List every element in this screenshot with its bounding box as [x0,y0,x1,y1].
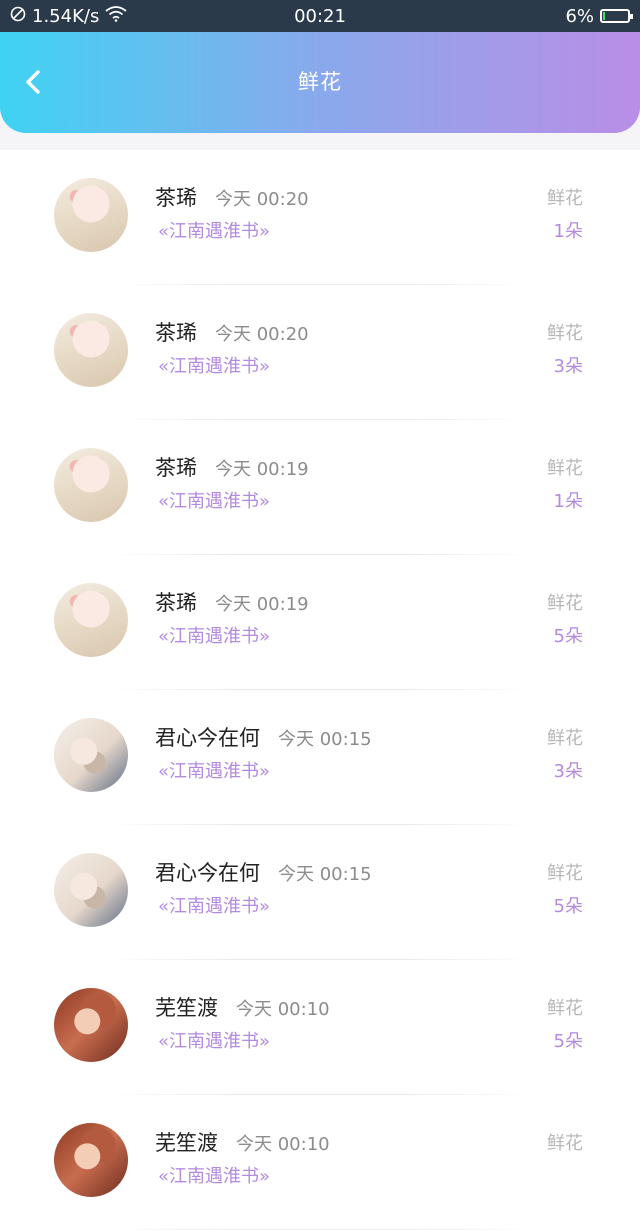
book-title[interactable]: «江南遇淮书» [158,217,270,243]
gift-record-list: 茶琋 今天 00:20 «江南遇淮书» 鲜花 1朵 茶琋 今天 00:20 «江南遇淮书» 鲜花… [0,150,640,1230]
user-name[interactable]: 茶琋 [155,587,197,617]
gift-type: 鲜花 [547,863,583,884]
list-item[interactable]: 君心今在何 今天 00:15 «江南遇淮书» 鲜花 3朵 [0,690,640,825]
gift-type: 鲜花 [547,728,583,749]
gift-count: 5朵 [553,626,583,647]
book-title[interactable]: «江南遇淮书» [158,352,270,378]
list-item[interactable]: 茶琋 今天 00:19 «江南遇淮书» 鲜花 5朵 [0,555,640,690]
gift-type: 鲜花 [547,188,583,209]
gift-time: 今天 00:20 [215,189,309,210]
gift-count: 3朵 [553,761,583,782]
avatar[interactable] [54,718,128,792]
gift-type: 鲜花 [547,458,583,479]
user-name[interactable]: 茶琋 [155,452,197,482]
gift-count: 1朵 [553,221,583,242]
gift-type: 鲜花 [547,323,583,344]
list-item[interactable]: 芜笙渡 今天 00:10 «江南遇淮书» 鲜花 [0,1095,640,1230]
avatar[interactable] [54,448,128,522]
name-row: 芜笙渡 今天 00:10 [155,1127,330,1157]
avatar[interactable] [54,988,128,1062]
avatar[interactable] [54,583,128,657]
gift-time: 今天 00:19 [215,594,309,615]
status-left: 1.54K/s [10,6,127,27]
status-right: 6% [565,5,633,27]
battery-percent: 6% [565,5,594,27]
book-title[interactable]: «江南遇淮书» [158,757,270,783]
do-not-disturb-icon [10,6,26,27]
gift-time: 今天 00:15 [278,729,372,750]
name-row: 茶琋 今天 00:20 [155,317,309,347]
list-item[interactable]: 茶琋 今天 00:20 «江南遇淮书» 鲜花 3朵 [0,285,640,420]
gift-count: 1朵 [553,491,583,512]
gift-type: 鲜花 [547,593,583,614]
user-name[interactable]: 茶琋 [155,182,197,212]
name-row: 茶琋 今天 00:20 [155,182,309,212]
list-item[interactable]: 芜笙渡 今天 00:10 «江南遇淮书» 鲜花 5朵 [0,960,640,1095]
page-title: 鲜花 [298,70,342,94]
gift-count: 3朵 [553,356,583,377]
gift-time: 今天 00:10 [236,999,330,1020]
list-item[interactable]: 君心今在何 今天 00:15 «江南遇淮书» 鲜花 5朵 [0,825,640,960]
book-title[interactable]: «江南遇淮书» [158,1162,270,1188]
gift-count: 5朵 [553,896,583,917]
name-row: 茶琋 今天 00:19 [155,587,309,617]
network-speed: 1.54K/s [32,5,100,27]
user-name[interactable]: 君心今在何 [155,857,260,887]
avatar[interactable] [54,178,128,252]
list-item[interactable]: 茶琋 今天 00:20 «江南遇淮书» 鲜花 1朵 [0,150,640,285]
gift-count: 5朵 [553,1031,583,1052]
avatar[interactable] [54,853,128,927]
gift-time: 今天 00:19 [215,459,309,480]
gift-type: 鲜花 [547,1133,583,1154]
list-item[interactable]: 茶琋 今天 00:19 «江南遇淮书» 鲜花 1朵 [0,420,640,555]
status-bar: 1.54K/s 00:21 6% [0,0,640,32]
gift-time: 今天 00:15 [278,864,372,885]
name-row: 茶琋 今天 00:19 [155,452,309,482]
user-name[interactable]: 茶琋 [155,317,197,347]
user-name[interactable]: 芜笙渡 [155,1127,218,1157]
name-row: 君心今在何 今天 00:15 [155,722,372,752]
book-title[interactable]: «江南遇淮书» [158,622,270,648]
book-title[interactable]: «江南遇淮书» [158,487,270,513]
gift-type: 鲜花 [547,998,583,1019]
battery-fill [603,12,605,20]
name-row: 君心今在何 今天 00:15 [155,857,372,887]
wifi-icon [105,5,127,27]
user-name[interactable]: 君心今在何 [155,722,260,752]
avatar[interactable] [54,1123,128,1197]
gift-time: 今天 00:10 [236,1134,330,1155]
user-name[interactable]: 芜笙渡 [155,992,218,1022]
name-row: 芜笙渡 今天 00:10 [155,992,330,1022]
book-title[interactable]: «江南遇淮书» [158,1027,270,1053]
app-header: 鲜花 [0,32,640,133]
avatar[interactable] [54,313,128,387]
gift-time: 今天 00:20 [215,324,309,345]
battery-icon [600,9,633,23]
book-title[interactable]: «江南遇淮书» [158,892,270,918]
